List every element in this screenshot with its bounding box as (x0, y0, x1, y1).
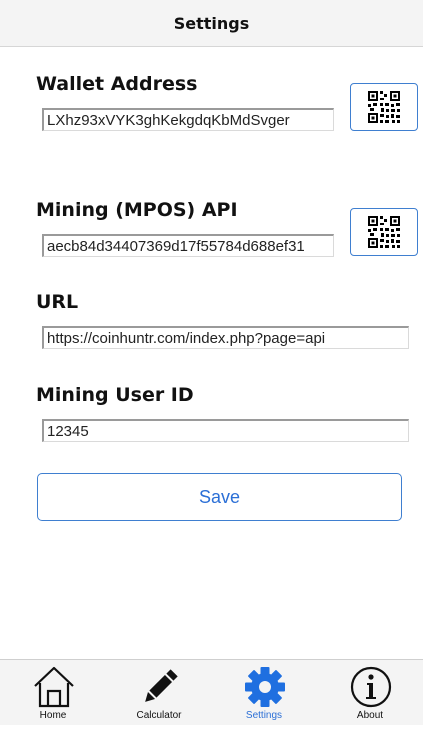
url-input[interactable]: https://coinhuntr.com/index.php?page=api (42, 326, 409, 349)
tab-home-label: Home (39, 710, 67, 721)
title-bar: Settings (0, 0, 423, 47)
wallet-address-label: Wallet Address (36, 73, 198, 95)
url-label: URL (36, 291, 79, 313)
mining-user-id-input[interactable]: 12345 (42, 419, 409, 442)
mining-api-scan-qr-button[interactable] (350, 208, 418, 256)
pencil-icon (145, 669, 178, 702)
mining-api-input[interactable]: aecb84d34407369d17f55784d688ef31 (42, 234, 334, 257)
home-icon (34, 666, 74, 708)
wallet-scan-qr-button[interactable] (350, 83, 418, 131)
mining-user-id-label: Mining User ID (36, 384, 194, 406)
tab-bar: Home Calculator Settings About (0, 659, 423, 726)
info-icon (350, 666, 392, 708)
qr-code-icon (367, 90, 401, 124)
mining-api-label: Mining (MPOS) API (36, 199, 238, 221)
gear-icon (245, 667, 285, 707)
wallet-address-input[interactable]: LXhz93xVYK3ghKekgdqKbMdSvger (42, 108, 334, 131)
page-title: Settings (173, 13, 250, 33)
qr-code-icon (367, 215, 401, 249)
tab-calculator[interactable]: Calculator (119, 660, 199, 726)
tab-settings[interactable]: Settings (224, 660, 304, 726)
tab-home[interactable]: Home (13, 660, 93, 726)
save-button[interactable]: Save (37, 473, 402, 521)
tab-about-label: About (356, 710, 384, 721)
tab-about[interactable]: About (330, 660, 410, 726)
bottom-strip (0, 725, 423, 750)
tab-settings-label: Settings (245, 710, 283, 721)
tab-calculator-label: Calculator (136, 710, 182, 721)
